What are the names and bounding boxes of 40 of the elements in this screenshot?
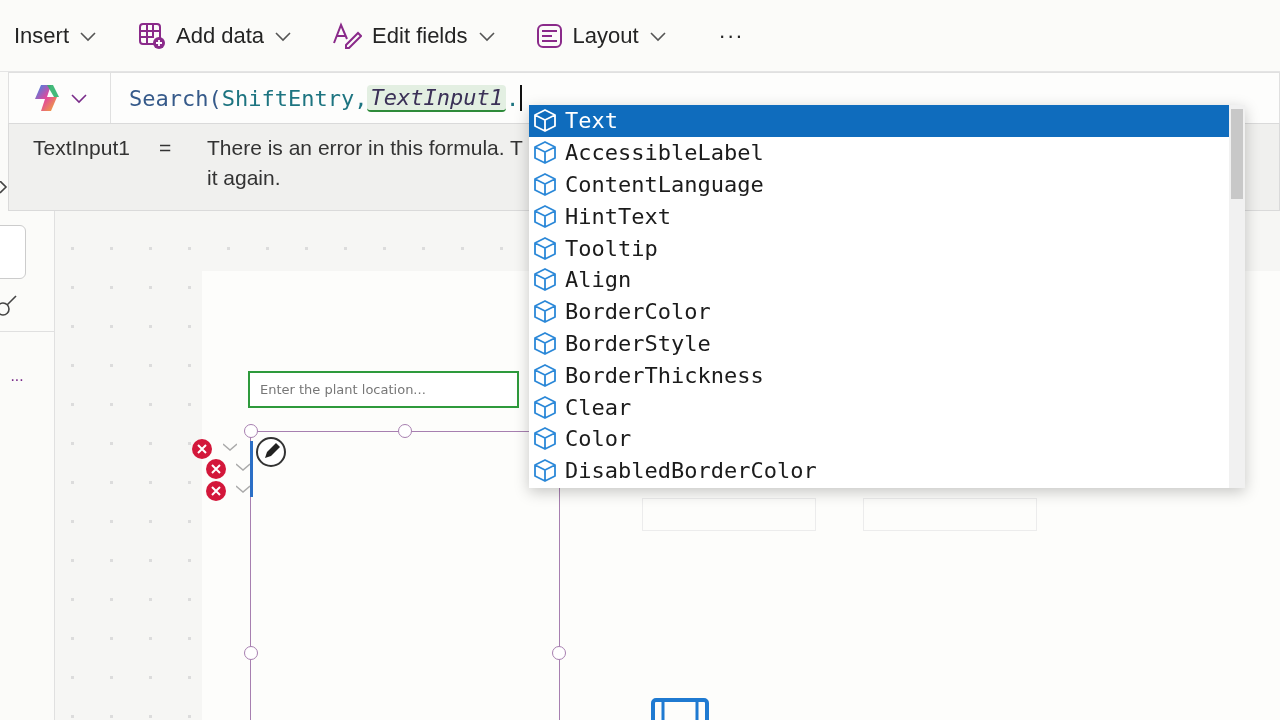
suggestion-item[interactable]: DisabledBorderColor <box>529 454 1229 487</box>
cube-icon <box>533 235 557 261</box>
toolbar-button[interactable]: Layout <box>521 11 693 60</box>
cube-icon <box>533 203 557 229</box>
suggestion-item[interactable]: BorderThickness <box>529 359 1229 392</box>
cube-icon <box>533 330 557 356</box>
equals-sign: = <box>159 136 173 161</box>
scrollbar-thumb[interactable] <box>1231 109 1243 199</box>
chevron-right-icon <box>0 181 8 194</box>
cube-icon <box>533 362 557 388</box>
cube-icon <box>533 140 557 166</box>
cube-icon <box>533 172 557 197</box>
text-input-field[interactable]: Enter the plant location... <box>248 371 519 408</box>
more-options[interactable]: ··· <box>10 371 23 389</box>
suggestion-item[interactable]: Clear <box>529 391 1229 423</box>
error-message: it again. <box>207 166 282 190</box>
cube-icon <box>533 267 557 293</box>
toolbar-button[interactable]: Edit fields <box>318 11 522 60</box>
suggestion-item[interactable]: ContentLanguage <box>529 168 1229 201</box>
table-add-icon <box>137 21 167 50</box>
layout-icon <box>535 21 563 50</box>
suggestion-item[interactable]: Color <box>529 422 1229 455</box>
cube-icon <box>533 426 557 452</box>
cube-icon <box>533 458 557 484</box>
suggestion-item[interactable]: BorderStyle <box>529 327 1229 360</box>
suggestion-item[interactable]: Align <box>529 264 1229 296</box>
suggestion-item[interactable]: AccessibleLabel <box>529 136 1229 169</box>
suggestion-item[interactable]: HintText <box>529 200 1229 233</box>
cube-icon <box>533 299 557 325</box>
control-name: TextInput1 <box>33 136 131 161</box>
pencil-icon <box>255 436 287 468</box>
toolbar-button[interactable]: Add data <box>123 11 319 60</box>
suggestion-item[interactable]: BorderColor <box>529 295 1229 328</box>
more-button[interactable]: ··· <box>708 22 754 49</box>
error-message: There is an error in this formula. T <box>207 136 523 160</box>
toolbar-button[interactable]: Insert <box>0 11 124 60</box>
suggestion-item[interactable]: Tooltip <box>529 232 1229 264</box>
pen-icon <box>332 21 363 50</box>
cube-icon <box>533 394 557 420</box>
tool-icon <box>0 295 17 317</box>
